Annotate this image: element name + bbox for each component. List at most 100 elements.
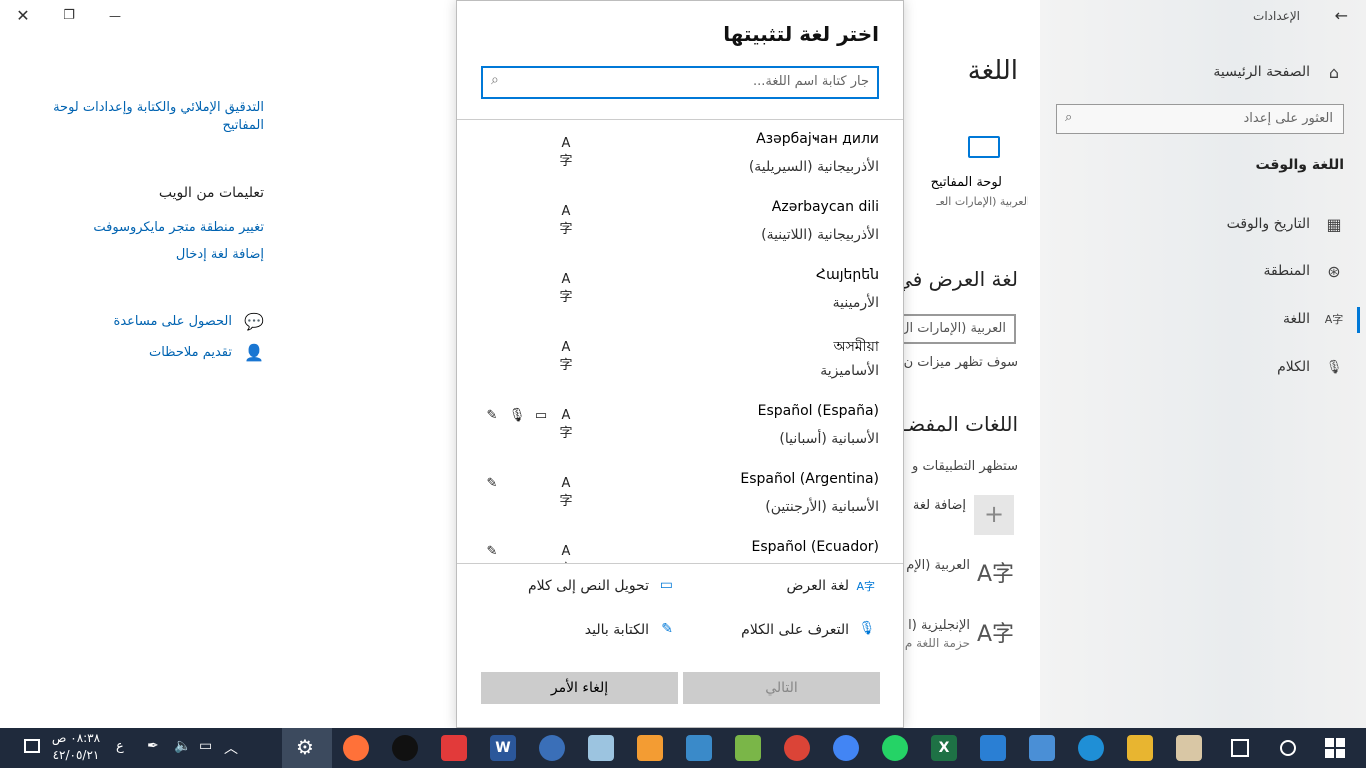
list-divider [457, 119, 903, 120]
mail-icon[interactable] [980, 735, 1006, 761]
cortana-icon[interactable] [1280, 740, 1296, 756]
nav-region[interactable]: ⊛ المنطقة [1040, 253, 1366, 293]
display-language-icon: A字 [559, 204, 573, 237]
settings-taskbar-button[interactable]: ⚙ [282, 728, 332, 768]
windows-start-icon[interactable] [1325, 738, 1345, 758]
file-explorer-icon[interactable] [1127, 735, 1153, 761]
display-language-icon: A字 [559, 544, 572, 563]
globe-icon: ⊛ [1327, 262, 1341, 281]
microphone-icon: 🎙 [508, 408, 526, 423]
volume-icon[interactable]: 🔈 [174, 738, 191, 754]
help-chat-icon: 💬 [244, 312, 264, 331]
app-icon[interactable] [588, 735, 614, 761]
add-language-button[interactable]: إضافة لغة + [904, 494, 1016, 536]
change-store-region-link[interactable]: تغيير منطقة متجر مايكروسوفت [24, 220, 264, 235]
keyboard-sub: العربية (الإمارات العـ [936, 195, 1028, 208]
handwriting-icon: ✎ [486, 408, 498, 423]
search-icon: ⌕ [1065, 110, 1073, 125]
add-input-language-link[interactable]: إضافة لغة إدخال [24, 247, 264, 262]
action-center-icon[interactable] [24, 739, 40, 753]
preferred-language-item[interactable]: الإنجليزية (ا حزمة اللغة م A字 [904, 614, 1018, 656]
search-icon: ⌕ [491, 72, 499, 88]
store-icon[interactable] [1029, 735, 1055, 761]
whatsapp-icon[interactable] [882, 735, 908, 761]
app-icon[interactable] [441, 735, 467, 761]
minimize-button[interactable]: — [92, 0, 138, 32]
microphone-icon: 🎙 [1325, 360, 1343, 375]
feedback-row[interactable]: تقديم ملاحظات 👤 [100, 343, 266, 365]
pen-icon[interactable]: ✒ [147, 738, 159, 754]
restore-button[interactable]: ❐ [46, 0, 92, 32]
language-list-item[interactable]: Азәрбајҹан дили الأذربيجانية (السيريلية)… [457, 121, 903, 189]
next-button[interactable]: التالي [683, 672, 880, 704]
project-icon[interactable] [735, 735, 761, 761]
language-list-item[interactable]: Azərbaycan dili الأذربيجانية (اللاتينية)… [457, 189, 903, 257]
keyboard-label[interactable]: لوحة المفاتيح [931, 175, 1002, 190]
display-language-icon: A字 [559, 408, 573, 441]
clock-date[interactable]: ٤٢/٠٥/٢١ [50, 748, 102, 762]
preferred-languages-heading: اللغات المفضـ [904, 412, 1018, 436]
back-arrow-icon[interactable]: ← [1335, 6, 1348, 25]
handwriting-icon: ✎ [661, 621, 673, 637]
word-icon[interactable]: W [490, 735, 516, 761]
dialog-title: اختر لغة لتثبيتها [723, 22, 879, 46]
gear-icon: ⚙ [296, 735, 314, 759]
choose-language-dialog: اختر لغة لتثبيتها جار كتابة اسم اللغة...… [456, 0, 904, 728]
handwriting-icon: ✎ [486, 544, 498, 559]
microphone-icon: 🎙 [858, 621, 875, 636]
text-to-speech-icon: ▭ [534, 408, 548, 423]
get-help-row[interactable]: الحصول على مساعدة 💬 [100, 312, 266, 334]
app-icon[interactable] [539, 735, 565, 761]
close-button[interactable]: ✕ [0, 0, 46, 32]
paint-icon[interactable] [1176, 735, 1202, 761]
task-view-icon[interactable] [1231, 739, 1249, 757]
language-a-icon: A字 [976, 622, 1014, 647]
language-list-item[interactable]: Español (España) الأسبانية (أسبانيا) A字 … [457, 393, 903, 461]
chrome-profile-icon[interactable] [784, 735, 810, 761]
legend-display-language: لغة العرض A字 [786, 578, 875, 594]
show-hidden-icons-chevron-icon[interactable]: ︿ [224, 738, 238, 758]
text-to-speech-icon: ▭ [659, 577, 673, 593]
display-language-icon: A字 [856, 580, 875, 593]
language-search-input[interactable]: جار كتابة اسم اللغة... ⌕ [481, 66, 879, 99]
window-title: الإعدادات [1253, 9, 1300, 23]
legend-handwriting: الكتابة باليد ✎ [584, 621, 673, 638]
display-language-dropdown[interactable]: العربية (الإمارات ال [904, 314, 1016, 344]
language-list-item[interactable]: Español (Ecuador) A字 ✎ [457, 529, 903, 563]
preferred-language-item[interactable]: العربية (الإم A字 [904, 554, 1018, 596]
web-help-heading: تعليمات من الويب [158, 185, 264, 201]
input-indicator[interactable]: ع [116, 739, 124, 754]
spelling-typing-keyboard-link[interactable]: التدقيق الإملائي والكتابة وإعدادات لوحة … [24, 99, 264, 135]
speedometer-icon[interactable] [392, 735, 418, 761]
feedback-person-icon: 👤 [244, 343, 264, 362]
display-language-icon: A字 [559, 340, 573, 373]
legend-divider [457, 563, 903, 564]
taskbar: X W ⚙ ︿ ▭ 🔈 ✒ ع ٠٨:٣٨ ص ٤٢/٠٥/٢١ [0, 728, 1366, 768]
clock-time[interactable]: ٠٨:٣٨ ص [50, 731, 102, 745]
chrome-icon[interactable] [833, 735, 859, 761]
media-player-icon[interactable] [637, 735, 663, 761]
language-list[interactable]: Азәрбајҹан дили الأذربيجانية (السيريلية)… [457, 121, 903, 563]
excel-icon[interactable]: X [931, 735, 957, 761]
language-list-item[interactable]: Հայերեն الأرمينية A字 [457, 257, 903, 325]
display-language-icon: A字 [559, 136, 573, 169]
calendar-clock-icon: ▦ [1326, 215, 1342, 234]
language-list-item[interactable]: Español (Argentina) الأسبانية (الأرجنتين… [457, 461, 903, 529]
keyboard-icon[interactable] [968, 136, 1000, 158]
nav-date-time[interactable]: ▦ التاريخ والوقت [1040, 206, 1366, 246]
legend-speech-recognition: التعرف على الكلام 🎙 [741, 621, 875, 638]
network-icon[interactable]: ▭ [199, 738, 212, 754]
legend-text-to-speech: تحويل النص إلى كلام ▭ [527, 577, 673, 594]
app-icon[interactable] [686, 735, 712, 761]
display-language-icon: A字 [559, 272, 573, 305]
edge-icon[interactable] [1078, 735, 1104, 761]
nav-language[interactable]: A字 اللغة [1040, 301, 1366, 341]
plus-icon: + [974, 495, 1014, 535]
language-list-item[interactable]: অসমীয়া الأساميزية A字 [457, 325, 903, 393]
cancel-button[interactable]: إلغاء الأمر [481, 672, 678, 704]
nav-home[interactable]: ⌂ الصفحة الرئيسية [1040, 54, 1366, 94]
settings-search-input[interactable]: العثور على إعداد ⌕ [1056, 104, 1344, 134]
nav-speech[interactable]: 🎙 الكلام [1040, 349, 1366, 389]
firefox-icon[interactable] [343, 735, 369, 761]
language-a-icon: A字 [976, 562, 1014, 587]
